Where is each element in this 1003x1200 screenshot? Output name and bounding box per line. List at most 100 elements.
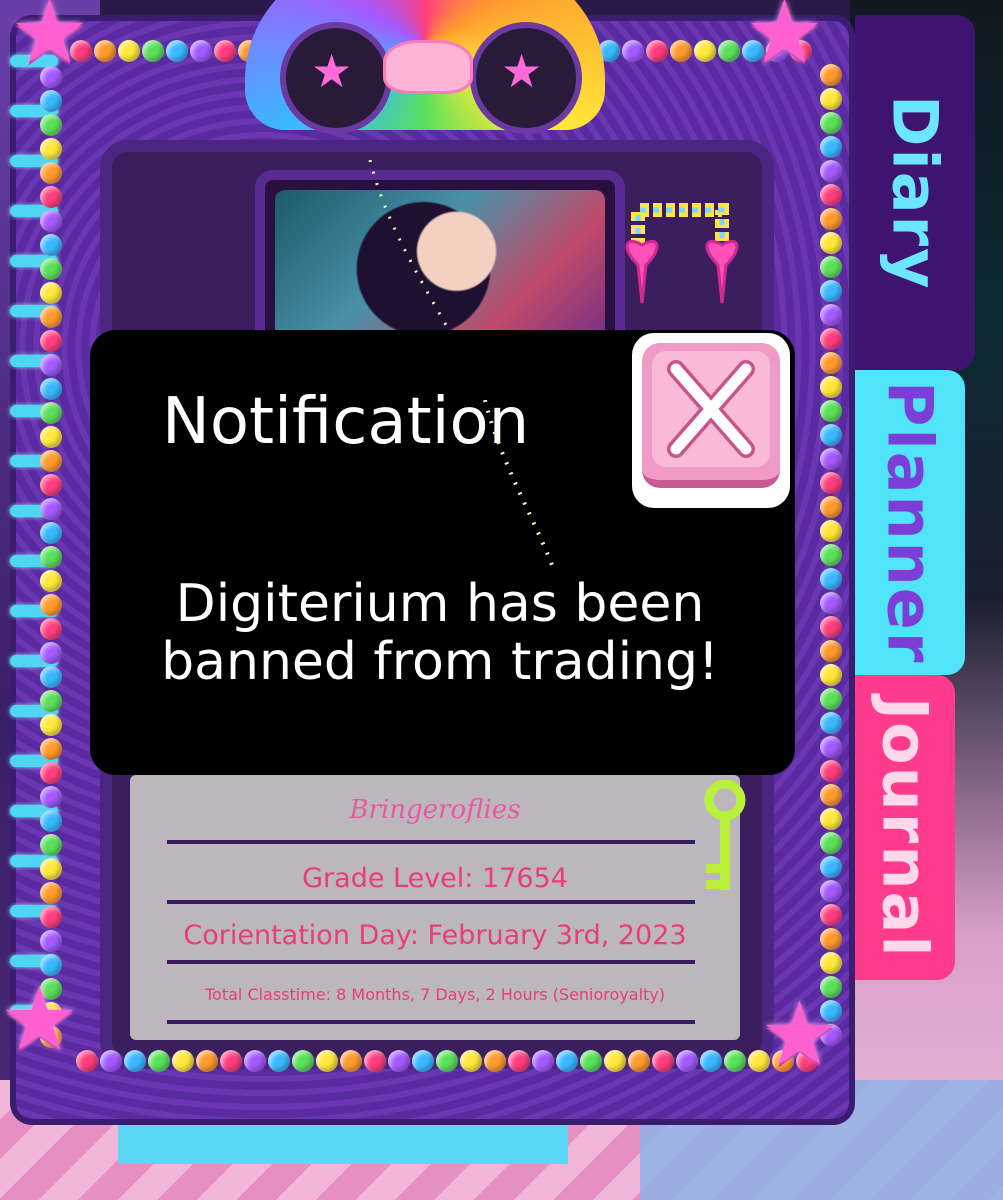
tab-journal[interactable]: Journal <box>855 675 955 980</box>
divider <box>167 1020 695 1024</box>
bead <box>820 568 842 590</box>
bead <box>820 136 842 158</box>
crown-icon <box>383 40 473 94</box>
bead <box>460 1050 482 1072</box>
bead <box>40 762 62 784</box>
star-icon: ★ <box>10 0 89 83</box>
bead <box>76 1050 98 1072</box>
bead <box>820 640 842 662</box>
speaker-headband: ★ ★ <box>245 0 605 150</box>
bead <box>508 1050 530 1072</box>
bead <box>40 642 62 664</box>
star-icon: ★ <box>0 967 79 1070</box>
bead <box>40 930 62 952</box>
bead <box>142 40 164 62</box>
bead <box>40 546 62 568</box>
star-icon: ★ <box>745 0 824 83</box>
bead <box>40 402 62 424</box>
tab-diary[interactable]: Diary <box>855 15 975 370</box>
tab-planner[interactable]: Planner <box>855 370 965 675</box>
bead <box>40 714 62 736</box>
bead <box>820 880 842 902</box>
profile-username: Bringeroflies <box>349 795 521 825</box>
bead <box>820 88 842 110</box>
bead <box>100 1050 122 1072</box>
bead <box>820 280 842 302</box>
bead <box>676 1050 698 1072</box>
bead <box>820 112 842 134</box>
bead <box>340 1050 362 1072</box>
bead <box>40 474 62 496</box>
bead <box>412 1050 434 1072</box>
bead <box>718 40 740 62</box>
bead <box>820 328 842 350</box>
bead <box>40 522 62 544</box>
bead <box>820 448 842 470</box>
bead <box>94 40 116 62</box>
bead <box>172 1050 194 1072</box>
bead <box>622 40 644 62</box>
bead <box>580 1050 602 1072</box>
bead <box>244 1050 266 1072</box>
tab-diary-label: Diary <box>878 94 952 291</box>
star-icon: ★ <box>760 982 839 1085</box>
bead <box>820 232 842 254</box>
bead <box>40 690 62 712</box>
bead <box>40 882 62 904</box>
bead <box>820 400 842 422</box>
bead <box>40 330 62 352</box>
bead <box>700 1050 722 1072</box>
bead <box>196 1050 218 1072</box>
bead <box>820 952 842 974</box>
key-icon <box>704 780 746 890</box>
bead <box>214 40 236 62</box>
bead <box>820 592 842 614</box>
bead <box>436 1050 458 1072</box>
bead <box>820 304 842 326</box>
bead <box>124 1050 146 1072</box>
close-button-body <box>642 343 780 488</box>
bead <box>40 570 62 592</box>
bead <box>40 858 62 880</box>
bead <box>40 354 62 376</box>
divider <box>167 840 695 844</box>
bead <box>40 426 62 448</box>
profile-orientation-day: Corientation Day: February 3rd, 2023 <box>183 920 687 951</box>
bead <box>40 162 62 184</box>
bead <box>820 736 842 758</box>
bead <box>40 234 62 256</box>
bead <box>820 160 842 182</box>
bead <box>556 1050 578 1072</box>
close-button-face <box>652 351 770 467</box>
bead <box>820 256 842 278</box>
bead <box>670 40 692 62</box>
bead <box>148 1050 170 1072</box>
bead <box>532 1050 554 1072</box>
bead <box>40 450 62 472</box>
bead <box>646 40 668 62</box>
bead <box>316 1050 338 1072</box>
notification-message: Digiterium has been banned from trading! <box>161 574 719 692</box>
bead <box>820 208 842 230</box>
bead <box>820 808 842 830</box>
bead <box>628 1050 650 1072</box>
bead <box>166 40 188 62</box>
bead <box>40 906 62 928</box>
bead <box>604 1050 626 1072</box>
bead <box>40 498 62 520</box>
sparkle-trail <box>483 400 554 566</box>
bead <box>820 520 842 542</box>
bead <box>820 544 842 566</box>
bead <box>40 138 62 160</box>
bead <box>820 832 842 854</box>
bead <box>820 184 842 206</box>
bead <box>820 784 842 806</box>
bead <box>820 376 842 398</box>
notification-title: Notification <box>162 385 530 459</box>
bead <box>484 1050 506 1072</box>
close-button[interactable] <box>632 333 790 508</box>
bead <box>40 618 62 640</box>
divider <box>167 960 695 964</box>
bead <box>40 282 62 304</box>
speaker-right-icon: ★ <box>470 22 582 134</box>
